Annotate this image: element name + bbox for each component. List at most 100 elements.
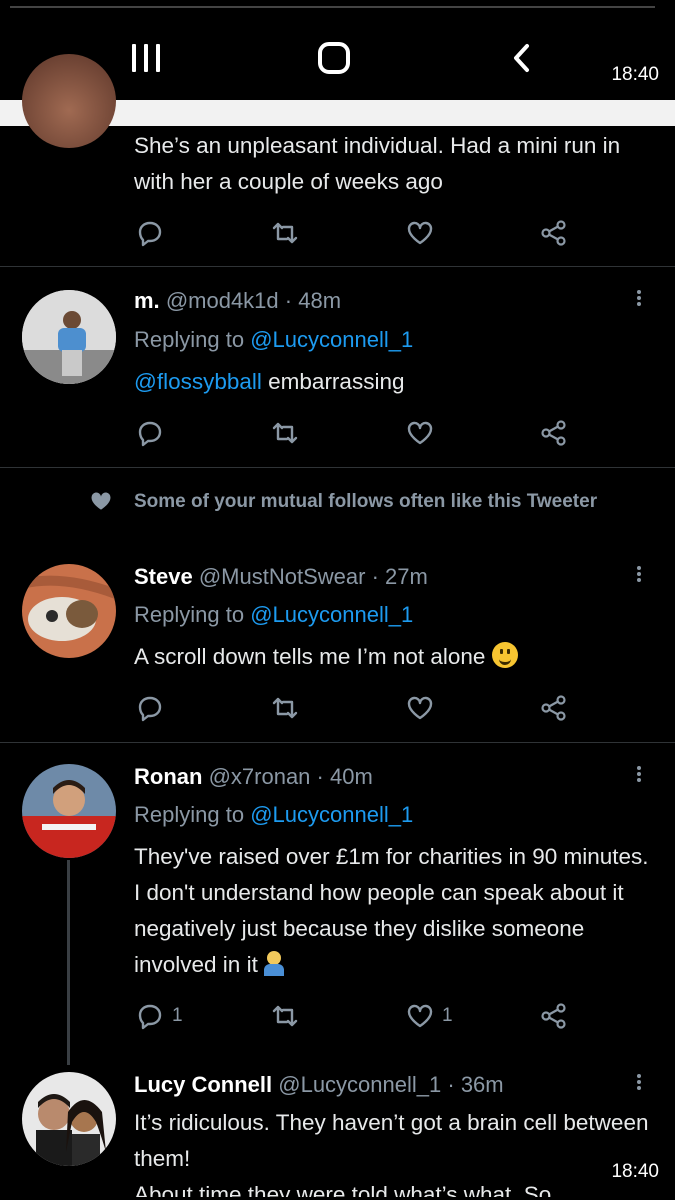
tweet-text: @flossybball embarrassing [134,364,659,400]
retweet-icon [272,1005,298,1027]
tweet-actions: 1 1 [0,1000,675,1032]
tweet-text-line: It’s ridiculous. They haven’t got a brai… [134,1110,649,1171]
tweet-text-content: A scroll down tells me I’m not alone [134,644,492,669]
reply-button[interactable] [136,417,164,449]
replying-to: Replying to @Lucyconnell_1 [134,327,413,353]
tweet-text: A scroll down tells me I’m not alone [134,639,659,675]
replying-to: Replying to @Lucyconnell_1 [134,602,413,628]
replying-prefix: Replying to [134,602,245,627]
retweet-button[interactable] [271,217,299,249]
retweet-button[interactable] [271,1000,299,1032]
smiley-emoji [491,642,518,668]
replying-prefix: Replying to [134,802,245,827]
replying-mention[interactable]: @Lucyconnell_1 [250,802,413,827]
avatar[interactable] [22,54,116,148]
reply-icon [138,1004,162,1030]
tweet-text: It’s ridiculous. They haven’t got a brai… [134,1105,654,1197]
heart-icon [407,696,433,720]
tweet-time: · 48m [284,288,342,313]
avatar[interactable] [22,564,116,658]
tweet-text-content: embarrassing [261,369,405,394]
share-button[interactable] [540,417,568,449]
divider [0,467,675,468]
divider [0,266,675,267]
avatar-photo [22,564,116,658]
avatar[interactable] [22,1072,116,1166]
heart-icon [407,1004,433,1028]
retweet-icon [272,697,298,719]
social-context: Some of your mutual follows often like t… [134,491,598,512]
avatar[interactable] [22,764,116,858]
share-icon [541,695,566,721]
tweet-header: Steve @MustNotSwear · 27m [134,564,428,590]
tweet-actions [0,692,675,724]
tweet-header: Ronan @x7ronan · 40m [134,764,373,790]
tweet-time: · 27m [371,564,428,589]
like-button[interactable] [406,217,434,249]
share-button[interactable] [540,692,568,724]
retweet-button[interactable] [271,692,299,724]
author-handle[interactable]: @Lucyconnell_1 [278,1072,441,1097]
reply-button[interactable]: 1 [136,1000,183,1032]
overlay-clock: 18:40 [611,1161,659,1182]
retweet-button[interactable] [271,417,299,449]
reply-icon [138,221,162,247]
divider [0,742,675,743]
share-button[interactable] [540,217,568,249]
share-icon [541,1003,566,1029]
author-handle[interactable]: @x7ronan [209,764,311,789]
heart-icon [407,421,433,445]
author-name[interactable]: m. [134,288,160,313]
tweet-actions [0,417,675,449]
like-count: 1 [442,1005,453,1026]
avatar-photo [22,1072,116,1166]
avatar-photo [22,290,116,384]
tweet-time: · 40m [316,764,373,789]
heart-icon [91,492,111,510]
replying-to: Replying to @Lucyconnell_1 [134,802,413,828]
author-name[interactable]: Steve [134,564,193,589]
reply-button[interactable] [136,692,164,724]
tweet-time: · 36m [447,1072,504,1097]
avatar[interactable] [22,290,116,384]
more-options-icon[interactable] [633,288,645,312]
like-button[interactable]: 1 [406,1000,453,1032]
replying-mention[interactable]: @Lucyconnell_1 [250,327,413,352]
retweet-icon [272,222,298,244]
tweet-header: m. @mod4k1d · 48m [134,288,341,314]
recent-apps-icon[interactable] [130,42,162,74]
share-icon [541,420,566,446]
reply-count: 1 [172,1005,183,1026]
author-name[interactable]: Lucy Connell [134,1072,272,1097]
mention-link[interactable]: @flossybball [134,369,262,394]
avatar-photo [22,764,116,858]
reply-icon [138,421,162,447]
tweet-text-content: They've raised over £1m for charities in… [134,844,649,977]
more-options-icon[interactable] [633,564,645,588]
share-button[interactable] [540,1000,568,1032]
navbar-divider [10,6,655,8]
like-button[interactable] [406,692,434,724]
author-handle[interactable]: @mod4k1d [166,288,279,313]
replying-mention[interactable]: @Lucyconnell_1 [250,602,413,627]
heart-icon [407,221,433,245]
thread-connector [67,860,70,1065]
facepalm-emoji [264,950,286,976]
home-icon[interactable] [318,42,350,74]
replying-prefix: Replying to [134,327,245,352]
share-icon [541,220,566,246]
back-icon[interactable] [505,40,541,76]
tweet-text-line: About time they were told what’s what. S… [134,1182,552,1197]
tweet-text: She’s an unpleasant individual. Had a mi… [134,133,621,194]
author-handle[interactable]: @MustNotSwear [199,564,366,589]
tweet-header: Lucy Connell @Lucyconnell_1 · 36m [134,1072,504,1098]
more-options-icon[interactable] [633,1072,645,1096]
like-button[interactable] [406,417,434,449]
reply-button[interactable] [136,217,164,249]
reply-icon [138,696,162,722]
status-clock: 18:40 [611,64,659,85]
more-options-icon[interactable] [633,764,645,788]
author-name[interactable]: Ronan [134,764,202,789]
tweet-text: They've raised over £1m for charities in… [134,839,659,983]
tweet-actions [0,217,675,249]
